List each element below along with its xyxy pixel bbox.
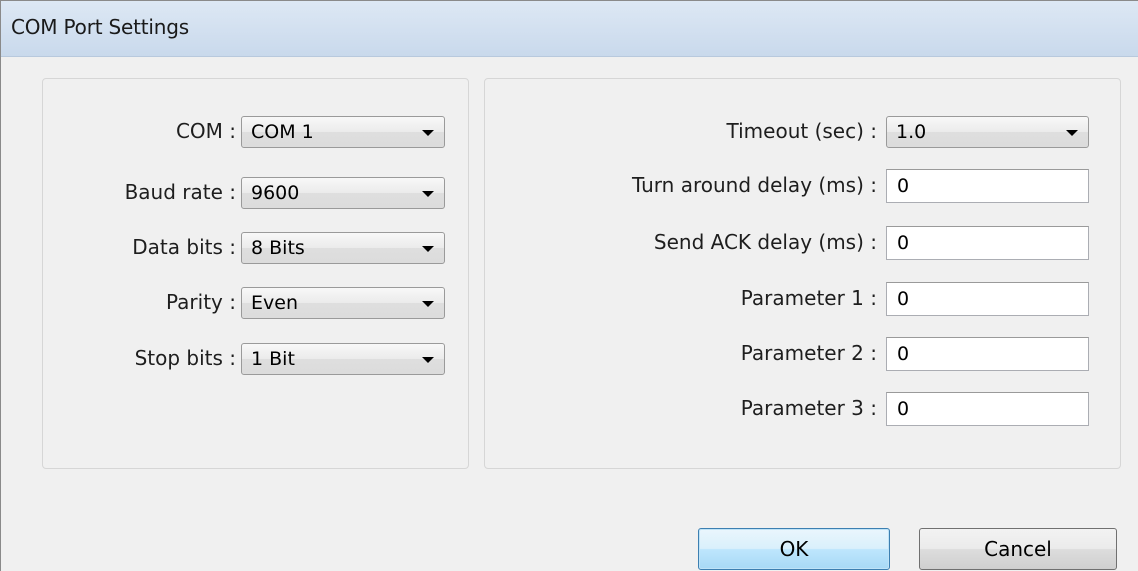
parity-dropdown[interactable]: Even — [241, 287, 445, 319]
parameter-1-value: 0 — [897, 288, 910, 310]
parameter-3-label: Parameter 3 : — [740, 396, 877, 420]
stop-bits-value: 1 Bit — [251, 348, 295, 370]
data-bits-row: Data bits : 8 Bits — [1, 232, 471, 264]
stop-bits-dropdown[interactable]: 1 Bit — [241, 343, 445, 375]
chevron-down-icon — [422, 357, 434, 363]
cancel-button[interactable]: Cancel — [919, 528, 1117, 570]
chevron-down-icon — [422, 130, 434, 136]
send-ack-delay-row: Send ACK delay (ms) : 0 — [484, 226, 1121, 260]
chevron-down-icon — [422, 246, 434, 252]
parameter-3-input[interactable]: 0 — [886, 392, 1089, 426]
com-dropdown[interactable]: COM 1 — [241, 116, 445, 148]
parameter-2-input[interactable]: 0 — [886, 337, 1089, 371]
timeout-label: Timeout (sec) : — [726, 119, 877, 143]
timeout-row: Timeout (sec) : 1.0 — [484, 116, 1121, 148]
parity-label: Parity : — [166, 290, 236, 314]
turn-around-delay-row: Turn around delay (ms) : 0 — [484, 169, 1121, 203]
parameter-2-row: Parameter 2 : 0 — [484, 337, 1121, 371]
com-value: COM 1 — [251, 121, 314, 143]
send-ack-delay-label: Send ACK delay (ms) : — [653, 230, 877, 254]
timeout-dropdown[interactable]: 1.0 — [886, 116, 1089, 148]
parameter-2-label: Parameter 2 : — [740, 341, 877, 365]
parameter-1-input[interactable]: 0 — [886, 282, 1089, 316]
parameter-1-label: Parameter 1 : — [740, 286, 877, 310]
parameter-2-value: 0 — [897, 343, 910, 365]
parity-value: Even — [251, 292, 298, 314]
ok-button[interactable]: OK — [698, 528, 890, 570]
data-bits-dropdown[interactable]: 8 Bits — [241, 232, 445, 264]
chevron-down-icon — [1066, 130, 1078, 136]
com-label: COM : — [175, 119, 236, 143]
baud-rate-dropdown[interactable]: 9600 — [241, 177, 445, 209]
parameter-3-value: 0 — [897, 398, 910, 420]
data-bits-value: 8 Bits — [251, 237, 305, 259]
parameter-3-row: Parameter 3 : 0 — [484, 392, 1121, 426]
turn-around-delay-value: 0 — [897, 175, 910, 197]
title-bar[interactable]: COM Port Settings — [1, 1, 1138, 57]
parity-row: Parity : Even — [1, 287, 471, 319]
chevron-down-icon — [422, 191, 434, 197]
turn-around-delay-input[interactable]: 0 — [886, 169, 1089, 203]
timeout-value: 1.0 — [896, 121, 927, 143]
baud-rate-row: Baud rate : 9600 — [1, 177, 471, 209]
chevron-down-icon — [422, 301, 434, 307]
baud-rate-value: 9600 — [251, 182, 300, 204]
send-ack-delay-value: 0 — [897, 232, 910, 254]
dialog-title: COM Port Settings — [11, 15, 189, 39]
stop-bits-row: Stop bits : 1 Bit — [1, 343, 471, 375]
send-ack-delay-input[interactable]: 0 — [886, 226, 1089, 260]
stop-bits-label: Stop bits : — [134, 346, 236, 370]
parameter-1-row: Parameter 1 : 0 — [484, 282, 1121, 316]
com-port-settings-dialog: COM Port Settings COM : COM 1 Baud rate … — [0, 0, 1138, 571]
com-row: COM : COM 1 — [1, 116, 471, 148]
turn-around-delay-label: Turn around delay (ms) : — [631, 173, 877, 197]
baud-rate-label: Baud rate : — [124, 180, 236, 204]
data-bits-label: Data bits : — [132, 235, 236, 259]
